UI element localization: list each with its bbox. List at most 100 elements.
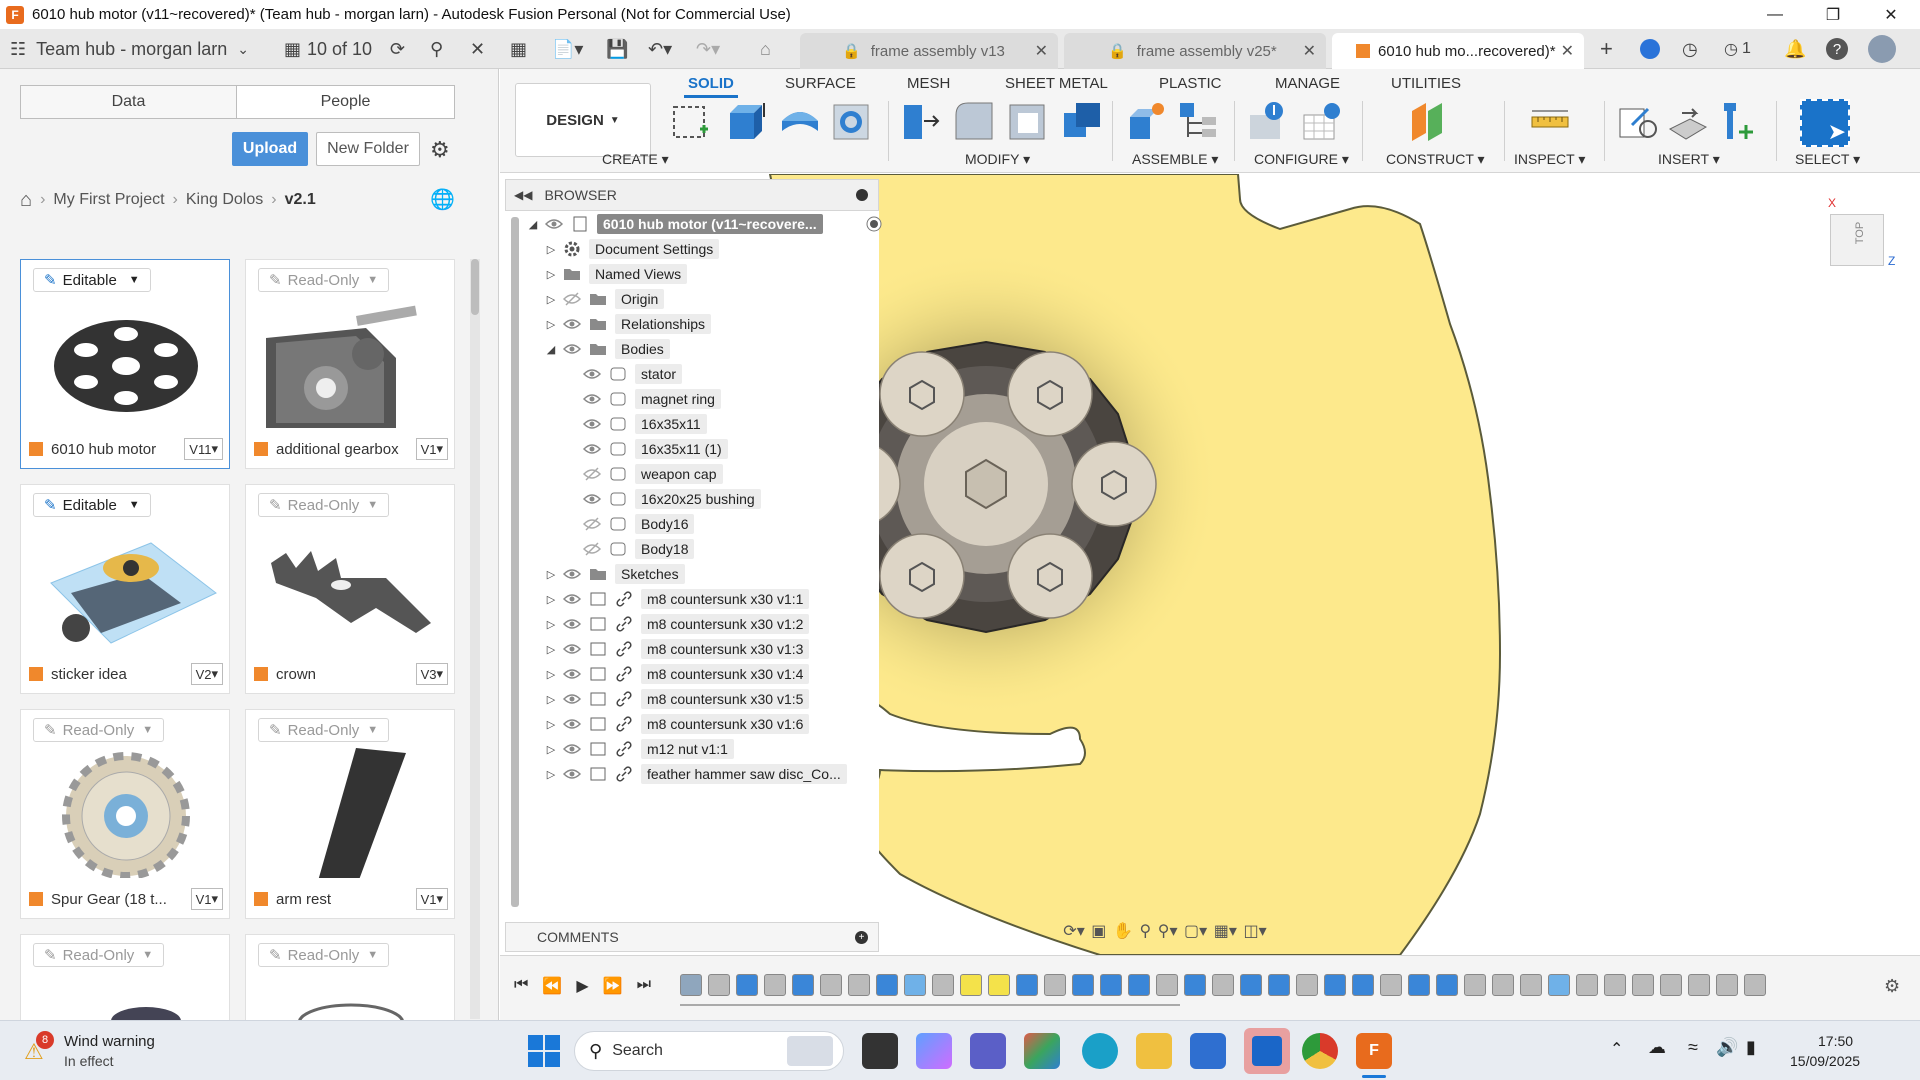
expanded-triangle-icon[interactable]: ◢: [545, 343, 557, 356]
eye-icon[interactable]: [563, 765, 581, 783]
browser-tree-item[interactable]: ▷ m12 nut v1:1: [505, 736, 879, 762]
timeline-feature-icon[interactable]: [876, 974, 898, 996]
breadcrumb-project[interactable]: My First Project: [53, 191, 164, 209]
eye-hidden-icon[interactable]: [563, 290, 581, 308]
browser-tree-item[interactable]: weapon cap: [505, 461, 879, 487]
timeline-feature-icon[interactable]: [932, 974, 954, 996]
browser-tree-item[interactable]: ▷ Document Settings: [505, 236, 879, 262]
step-forward-icon[interactable]: ⏩: [603, 976, 623, 996]
eye-icon[interactable]: [583, 490, 601, 508]
browser-tree-item[interactable]: magnet ring: [505, 386, 879, 412]
timeline-feature-icon[interactable]: [1632, 974, 1654, 996]
timeline-feature-icon[interactable]: [1184, 974, 1206, 996]
close-data-panel-icon[interactable]: ✕: [470, 29, 485, 69]
zoom-icon[interactable]: ⚲: [1139, 921, 1151, 941]
version-dropdown[interactable]: V11 ▾: [184, 438, 223, 460]
insert-menu[interactable]: INSERT ▾: [1658, 151, 1720, 168]
modify-menu[interactable]: MODIFY ▾: [965, 151, 1030, 168]
eye-icon[interactable]: [563, 565, 581, 583]
file-card-6010-hub-motor[interactable]: ✎ Editable ▼ 6010 hub motor V11 ▾: [20, 259, 230, 469]
scrollbar-track[interactable]: [470, 259, 480, 1019]
timeline-feature-icon[interactable]: [960, 974, 982, 996]
tab-sheet-metal[interactable]: SHEET METAL: [1005, 75, 1108, 92]
browser-tree-item[interactable]: 16x35x11 (1): [505, 436, 879, 462]
joint-icon[interactable]: [1176, 99, 1220, 143]
restore-button[interactable]: ❐: [1804, 0, 1862, 29]
eye-icon[interactable]: [583, 390, 601, 408]
timeline-feature-icon[interactable]: [1240, 974, 1262, 996]
timeline-feature-icon[interactable]: [1044, 974, 1066, 996]
revolve-icon[interactable]: [778, 99, 822, 143]
timeline-feature-icon[interactable]: [988, 974, 1010, 996]
fusion-taskbar-icon[interactable]: F: [1356, 1033, 1392, 1069]
outlook-icon[interactable]: [1244, 1028, 1290, 1074]
tab-6010-hub-motor[interactable]: 6010 hub mo...recovered)* ✕: [1332, 33, 1584, 69]
timeline-feature-icon[interactable]: [764, 974, 786, 996]
tab-people[interactable]: People: [236, 85, 455, 119]
doc-count[interactable]: ▦ 10 of 10: [284, 29, 372, 69]
timeline-feature-icon[interactable]: [1436, 974, 1458, 996]
scrollbar-thumb[interactable]: [471, 259, 479, 315]
file-explorer-icon[interactable]: [1136, 1033, 1172, 1069]
configure-menu[interactable]: CONFIGURE ▾: [1254, 151, 1349, 168]
tab-plastic[interactable]: PLASTIC: [1159, 75, 1222, 92]
display-settings-icon[interactable]: ▢▾: [1184, 921, 1207, 941]
timeline-feature-icon[interactable]: [1296, 974, 1318, 996]
insert-derive-icon[interactable]: [1616, 99, 1660, 143]
redo-icon[interactable]: ↷▾: [696, 29, 720, 69]
step-back-icon[interactable]: ⏪: [542, 976, 562, 996]
globe-icon[interactable]: 🌐: [430, 187, 455, 212]
tab-mesh[interactable]: MESH: [907, 75, 950, 92]
timeline-feature-icon[interactable]: [1660, 974, 1682, 996]
close-tab-icon[interactable]: ✕: [1035, 41, 1048, 61]
timeline-feature-icon[interactable]: [1268, 974, 1290, 996]
upload-button[interactable]: Upload: [232, 132, 308, 166]
browser-tree-item[interactable]: ▷ m8 countersunk x30 v1:6: [505, 711, 879, 737]
timeline-feature-icon[interactable]: [904, 974, 926, 996]
refresh-icon[interactable]: ⟳: [390, 29, 405, 69]
press-pull-icon[interactable]: [898, 99, 942, 143]
tab-frame-assembly-v13[interactable]: 🔒 frame assembly v13 ✕: [800, 33, 1058, 69]
eye-icon[interactable]: [563, 665, 581, 683]
create-menu[interactable]: CREATE ▾: [602, 151, 669, 168]
timeline-feature-icon[interactable]: [1156, 974, 1178, 996]
gear-icon[interactable]: ⚙: [430, 137, 450, 163]
look-at-icon[interactable]: ▣: [1091, 921, 1106, 941]
eye-icon[interactable]: [563, 340, 581, 358]
eye-icon[interactable]: [563, 640, 581, 658]
battery-icon[interactable]: ▮: [1746, 1037, 1756, 1058]
browser-tree-item[interactable]: ▷ Named Views: [505, 261, 879, 287]
timeline-feature-icon[interactable]: [1408, 974, 1430, 996]
file-menu-icon[interactable]: 📄▾: [552, 29, 583, 69]
timeline-feature-icon[interactable]: [1744, 974, 1766, 996]
collapsed-triangle-icon[interactable]: ▷: [545, 643, 557, 656]
version-dropdown[interactable]: V1 ▾: [190, 888, 223, 910]
timeline-feature-icon[interactable]: [820, 974, 842, 996]
eye-icon[interactable]: [583, 365, 601, 383]
close-window-button[interactable]: ✕: [1862, 0, 1920, 29]
collapsed-triangle-icon[interactable]: ▷: [545, 743, 557, 756]
minimize-button[interactable]: —: [1746, 0, 1804, 29]
search-box[interactable]: ⚲ Search: [574, 1031, 844, 1071]
extrude-icon[interactable]: [724, 99, 768, 143]
timeline-feature-icon[interactable]: [1100, 974, 1122, 996]
weather-widget[interactable]: ⚠ 8 Wind warning In effect: [20, 1031, 240, 1073]
tab-surface[interactable]: SURFACE: [785, 75, 856, 92]
timeline-settings-icon[interactable]: ⚙: [1884, 976, 1900, 997]
browser-tree-item[interactable]: ▷ m8 countersunk x30 v1:4: [505, 661, 879, 687]
go-to-start-icon[interactable]: ⏮: [514, 976, 528, 996]
eye-hidden-icon[interactable]: [583, 540, 601, 558]
comments-panel[interactable]: COMMENTS +: [505, 922, 879, 952]
configuration-table-icon[interactable]: [1300, 99, 1344, 143]
file-card-spur-gear[interactable]: ✎ Read-Only ▼ Spur Gear (18 t... V1 ▾: [20, 709, 230, 919]
status-badge[interactable]: ✎ Read-Only ▼: [258, 268, 390, 292]
timeline-feature-icon[interactable]: [1016, 974, 1038, 996]
avatar[interactable]: [1868, 29, 1896, 69]
workspace-switcher[interactable]: DESIGN ▼: [515, 83, 651, 157]
play-icon[interactable]: ▶: [576, 976, 588, 996]
collapsed-triangle-icon[interactable]: ▷: [545, 243, 557, 256]
select-tool-icon[interactable]: ➤: [1800, 99, 1850, 147]
fillet-icon[interactable]: [952, 99, 996, 143]
select-menu[interactable]: SELECT ▾: [1795, 151, 1860, 168]
timeline-feature-icon[interactable]: [708, 974, 730, 996]
